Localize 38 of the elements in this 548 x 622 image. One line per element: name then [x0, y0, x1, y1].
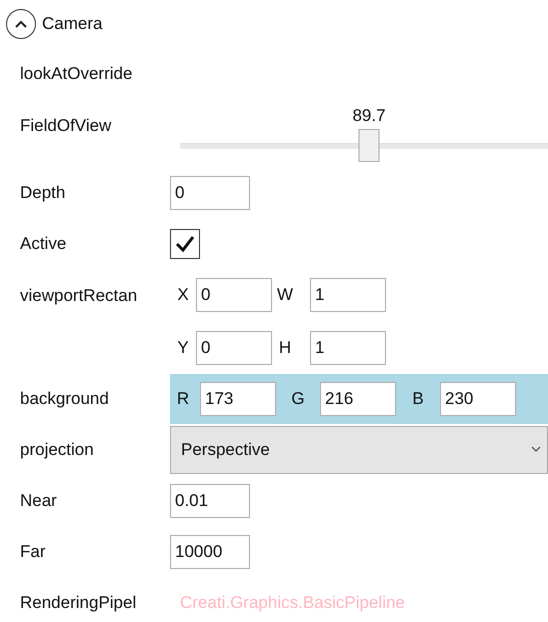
slider-value: 89.7 — [352, 105, 386, 127]
property-label: Far — [19, 540, 46, 563]
chevron-icon — [531, 446, 541, 453]
property-label: Depth — [19, 182, 66, 204]
input-field[interactable]: 0.01 — [170, 484, 250, 518]
pipeline-value: Creati.Graphics.BasicPipeline — [179, 592, 405, 614]
axis-label: X — [176, 284, 190, 306]
dropdown-value: Perspective — [181, 438, 270, 461]
axis-label: G — [290, 388, 306, 410]
input-field[interactable]: 173 — [200, 382, 276, 416]
dropdown[interactable]: Perspective — [170, 426, 548, 474]
slider-thumb[interactable] — [358, 129, 380, 162]
axis-label: R — [176, 388, 190, 410]
input-field[interactable]: 0 — [170, 176, 250, 210]
axis-label: B — [411, 388, 425, 410]
axis-label: H — [278, 337, 292, 360]
property-label: Active — [19, 232, 68, 255]
section-title: Camera — [42, 13, 102, 36]
input-field[interactable]: 230 — [440, 382, 516, 416]
property-label: lookAtOverride — [19, 62, 134, 85]
axis-label: W — [276, 284, 294, 306]
property-label: RenderingPipel — [19, 592, 138, 614]
input-field[interactable]: 0 — [196, 331, 272, 365]
chevron-up-icon — [14, 19, 28, 29]
collapse-button[interactable] — [6, 9, 36, 39]
checkbox[interactable] — [170, 228, 200, 258]
checkmark-icon — [174, 234, 196, 254]
property-label: viewportRectan — [19, 285, 138, 307]
property-label: Near — [19, 490, 58, 512]
input-field[interactable]: 1 — [310, 278, 386, 312]
input-field[interactable]: 1 — [310, 331, 386, 365]
property-label: background — [19, 388, 110, 410]
input-field[interactable]: 10000 — [170, 534, 250, 568]
property-label: FieldOfView — [19, 115, 112, 137]
input-field[interactable]: 216 — [320, 382, 396, 416]
axis-label: Y — [176, 337, 190, 360]
property-label: projection — [19, 438, 95, 461]
input-field[interactable]: 0 — [196, 278, 272, 312]
